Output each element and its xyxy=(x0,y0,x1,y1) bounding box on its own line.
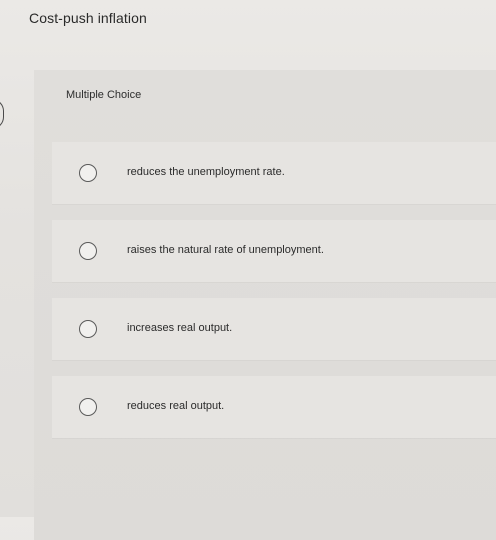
radio-unchecked-icon[interactable] xyxy=(79,164,97,182)
left-bracket xyxy=(0,99,4,129)
option-c[interactable]: increases real output. xyxy=(52,298,496,360)
radio-unchecked-icon[interactable] xyxy=(79,398,97,416)
answer-options: reduces the unemployment rate. raises th… xyxy=(52,142,496,454)
option-d[interactable]: reduces real output. xyxy=(52,376,496,438)
question-text: Cost-push inflation xyxy=(29,10,147,26)
radio-unchecked-icon[interactable] xyxy=(79,320,97,338)
option-a[interactable]: reduces the unemployment rate. xyxy=(52,142,496,204)
option-b[interactable]: raises the natural rate of unemployment. xyxy=(52,220,496,282)
option-b-label: raises the natural rate of unemployment. xyxy=(127,244,324,256)
option-d-label: reduces real output. xyxy=(127,400,225,412)
option-c-label: increases real output. xyxy=(127,322,233,334)
option-a-label: reduces the unemployment rate. xyxy=(127,166,285,178)
question-type-label: Multiple Choice xyxy=(66,89,142,101)
radio-unchecked-icon[interactable] xyxy=(79,242,97,260)
